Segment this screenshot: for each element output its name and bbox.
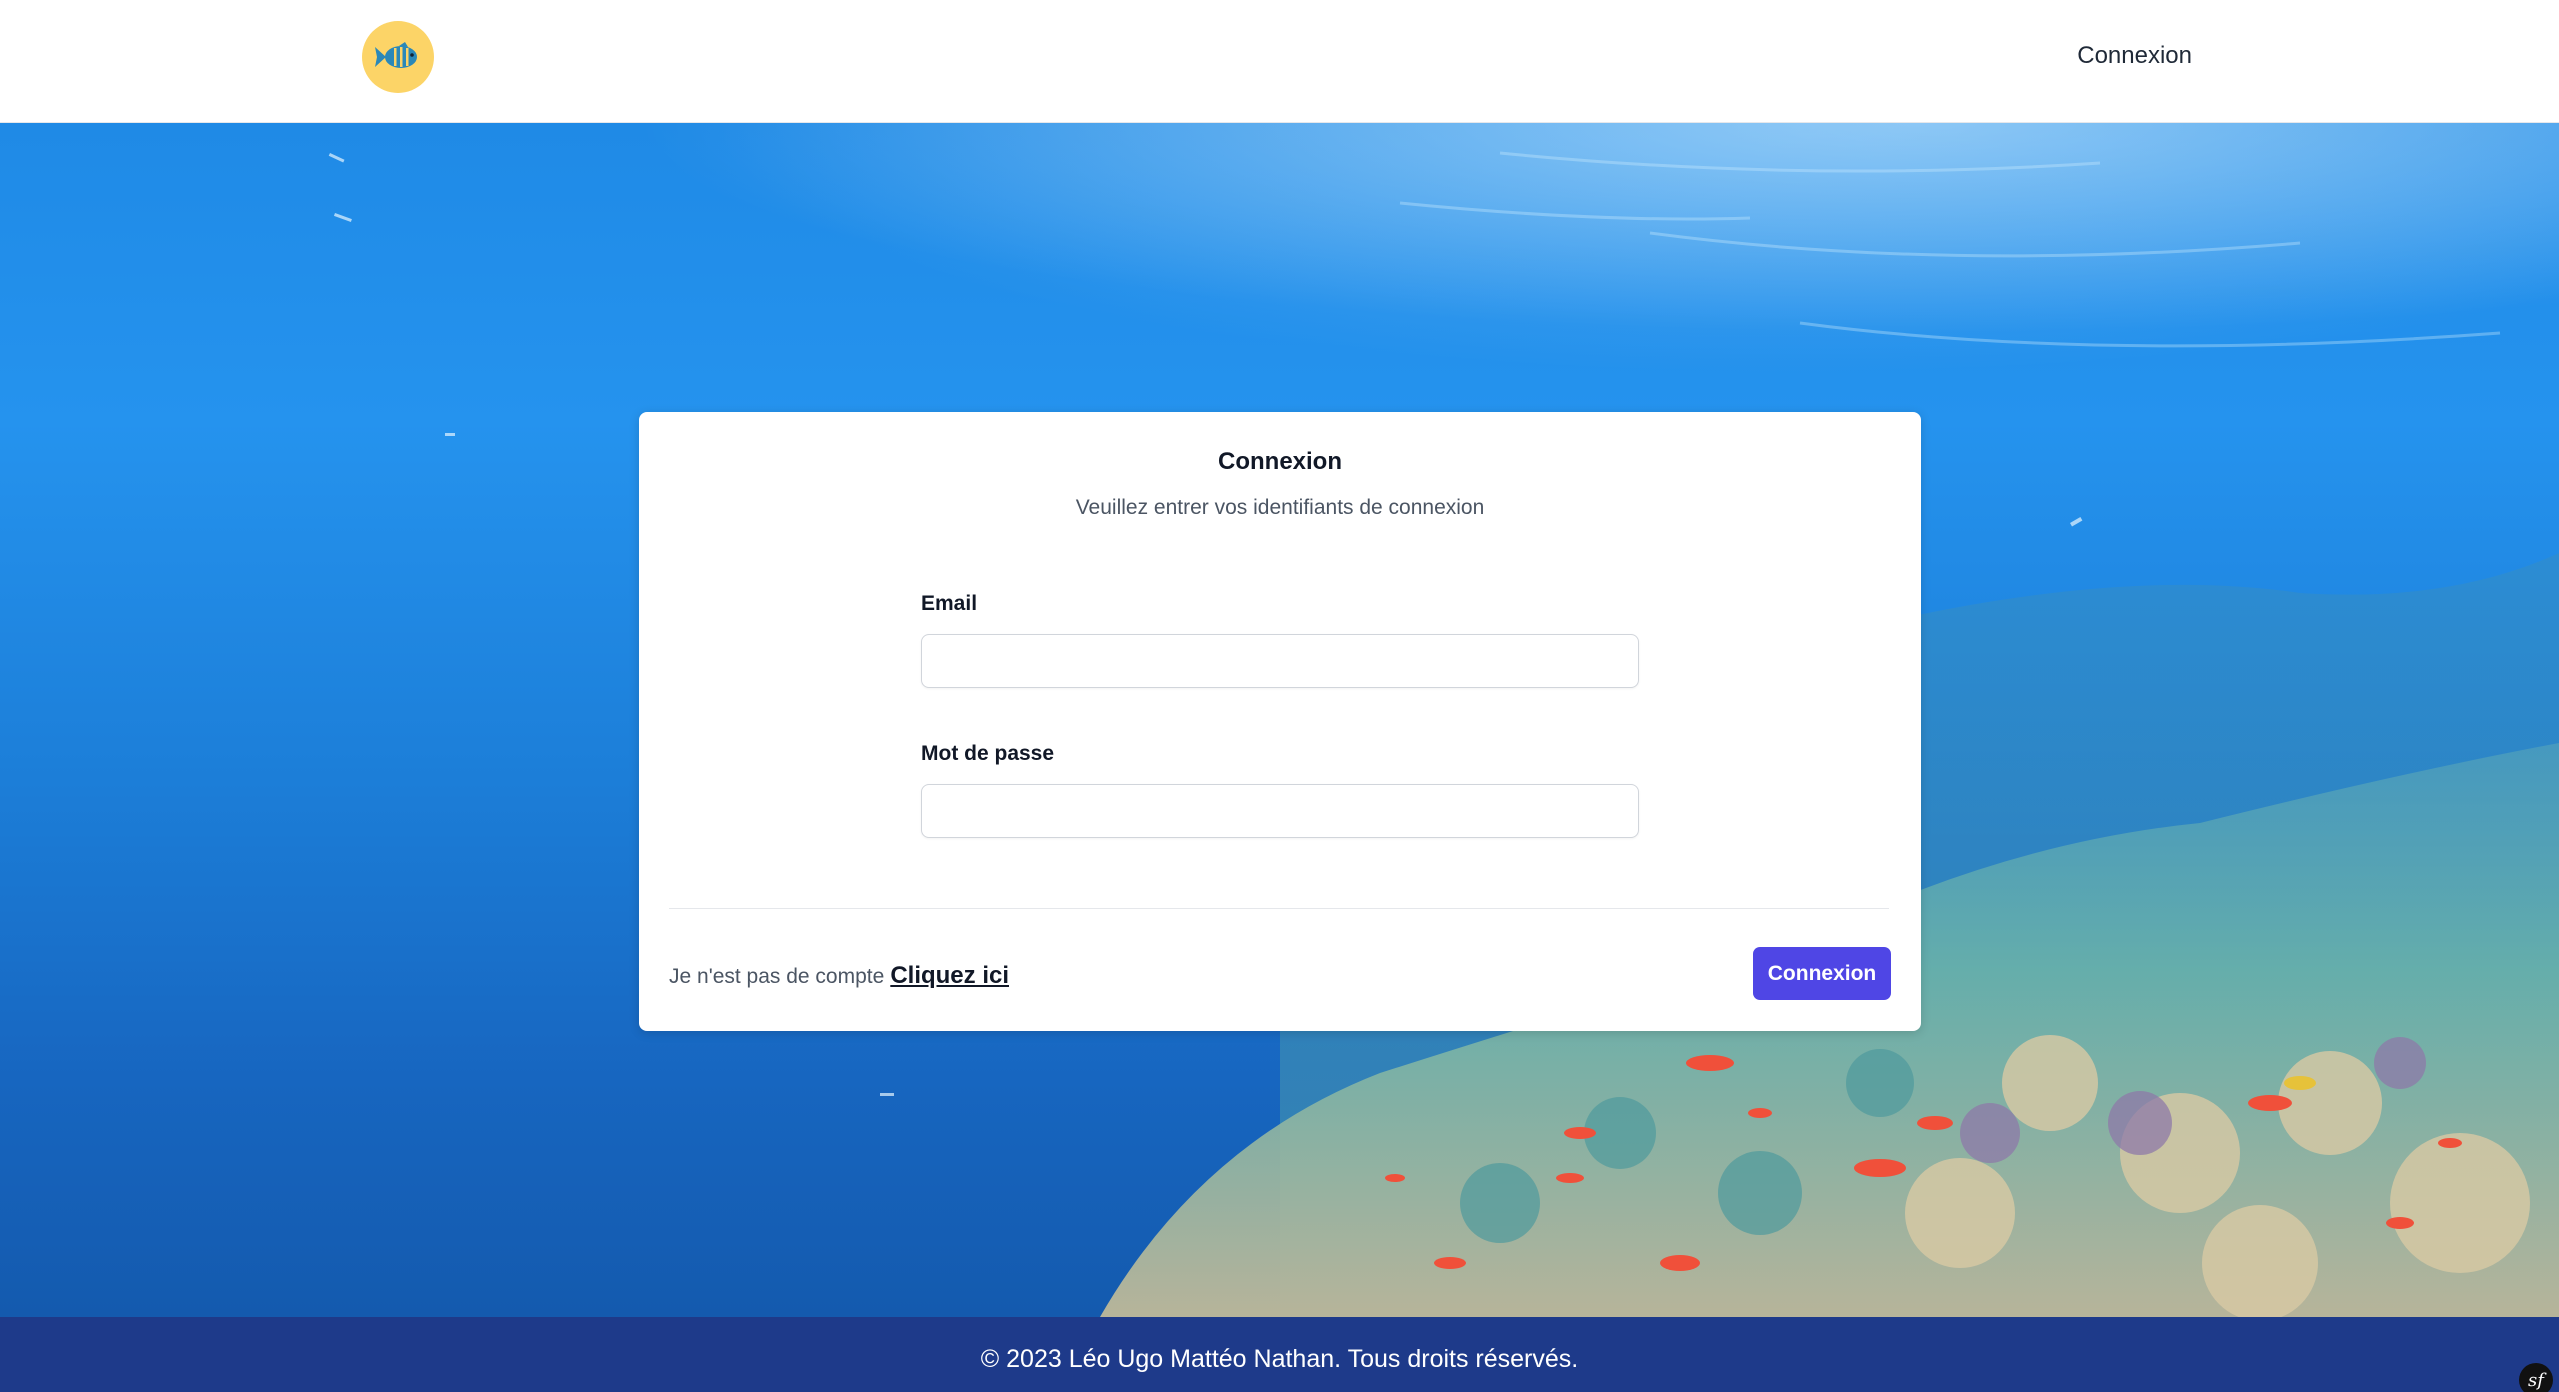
footer-copyright: © 2023 Léo Ugo Mattéo Nathan. Tous droit…: [980, 1345, 1579, 1373]
nav-login-link[interactable]: Connexion: [2077, 42, 2192, 70]
login-subtitle: Veuillez entrer vos identifiants de conn…: [1075, 496, 1485, 519]
login-card: Connexion Veuillez entrer vos identifian…: [639, 412, 1921, 1031]
no-account-text: Je n'est pas de compte: [669, 965, 885, 988]
password-label: Mot de passe: [921, 742, 1055, 765]
fish-icon: [375, 42, 417, 68]
signup-prompt: Je n'est pas de compte Cliquez ici: [669, 962, 1009, 990]
home-logo-link[interactable]: [362, 21, 434, 93]
login-title: Connexion: [1218, 448, 1342, 475]
signup-link[interactable]: Cliquez ici: [890, 962, 1009, 989]
login-submit-button[interactable]: Connexion: [1753, 947, 1891, 1000]
password-field[interactable]: [921, 784, 1639, 838]
footer: © 2023 Léo Ugo Mattéo Nathan. Tous droit…: [0, 1317, 2559, 1392]
email-field[interactable]: [921, 634, 1639, 688]
email-label: Email: [921, 592, 978, 615]
navbar: Connexion: [0, 0, 2559, 123]
symfony-icon[interactable]: sf: [2519, 1363, 2553, 1392]
card-divider: [669, 908, 1889, 909]
